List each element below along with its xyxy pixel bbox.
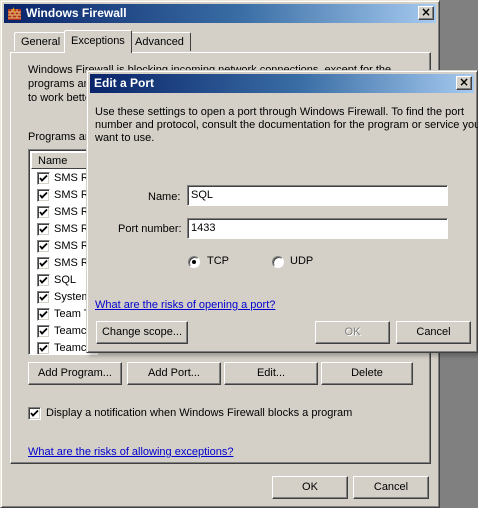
tab-general-label: General [21, 36, 61, 48]
checkmark-icon [39, 276, 48, 284]
udp-label[interactable]: UDP [290, 255, 313, 267]
list-item-checkbox[interactable] [37, 342, 50, 354]
name-field[interactable]: SQL [187, 185, 448, 206]
main-window-title: Windows Firewall [26, 6, 127, 20]
dialog-title: Edit a Port [94, 76, 155, 90]
list-item-checkbox[interactable] [37, 291, 50, 304]
main-ok-button-label: OK [302, 481, 318, 493]
programs-label: Programs an [28, 131, 91, 143]
list-item[interactable]: SMS R [37, 238, 89, 255]
list-item[interactable]: System [37, 289, 91, 306]
edit-port-dialog: Edit a Port × Use these settings to open… [86, 70, 478, 353]
tab-exceptions[interactable]: Exceptions [64, 30, 132, 53]
dialog-description-line3: want to use. [95, 132, 155, 144]
tcp-label[interactable]: TCP [207, 255, 229, 267]
checkmark-icon [39, 293, 48, 301]
udp-radio[interactable] [272, 256, 284, 268]
edit-button[interactable]: Edit... [224, 362, 318, 385]
tab-advanced-label: Advanced [135, 36, 184, 48]
checkmark-icon [39, 225, 48, 233]
dialog-description-line2: number and protocol, consult the documen… [95, 119, 478, 131]
dialog-ok-button-label: OK [344, 326, 361, 338]
dialog-cancel-button-label: Cancel [416, 326, 451, 338]
dialog-cancel-button[interactable]: Cancel [396, 321, 471, 344]
list-item-label: SMS R [54, 240, 89, 252]
list-item-label: Team T [54, 308, 91, 320]
edit-button-label: Edit... [256, 367, 286, 379]
main-cancel-button[interactable]: Cancel [353, 476, 429, 499]
dialog-ok-button[interactable]: OK [315, 321, 390, 344]
tab-advanced[interactable]: Advanced [128, 32, 191, 51]
list-item-checkbox[interactable] [37, 206, 50, 219]
intro-text-line3: to work bette [28, 92, 91, 104]
notification-checkbox[interactable] [28, 407, 41, 420]
list-item-checkbox[interactable] [37, 257, 50, 270]
list-item[interactable]: Team T [37, 306, 90, 323]
port-risks-link[interactable]: What are the risks of opening a port? [95, 299, 275, 311]
checkmark-icon [39, 208, 48, 216]
list-item[interactable]: SMS R [37, 255, 89, 272]
list-item[interactable]: Teamc [37, 323, 86, 340]
checkmark-icon [39, 259, 48, 267]
list-item-label: SMS R [54, 206, 89, 218]
change-scope-button-label: Change scope... [101, 326, 183, 338]
port-number-label: Port number: [118, 223, 182, 235]
main-cancel-button-label: Cancel [373, 481, 409, 493]
dialog-description-line1: Use these settings to open a port throug… [95, 106, 465, 118]
list-item[interactable]: SMS R [37, 221, 89, 238]
change-scope-button[interactable]: Change scope... [96, 321, 188, 344]
dialog-titlebar[interactable]: Edit a Port × [90, 74, 474, 93]
main-ok-button[interactable]: OK [272, 476, 348, 499]
checkmark-icon [39, 191, 48, 199]
delete-button[interactable]: Delete [321, 362, 413, 385]
main-titlebar[interactable]: Windows Firewall × [4, 4, 436, 23]
close-icon: × [458, 75, 470, 89]
tab-exceptions-label: Exceptions [71, 35, 125, 47]
notification-checkbox-label[interactable]: Display a notification when Windows Fire… [46, 407, 352, 419]
checkmark-icon [39, 344, 48, 352]
checkmark-icon [39, 242, 48, 250]
list-item[interactable]: SMS R [37, 170, 89, 187]
list-item[interactable]: SQL [37, 272, 76, 289]
list-item-checkbox[interactable] [37, 240, 50, 253]
port-number-field[interactable]: 1433 [187, 218, 448, 239]
list-item-label: SMS R [54, 257, 89, 269]
tcp-radio[interactable] [188, 256, 200, 268]
list-item-checkbox[interactable] [37, 325, 50, 338]
checkmark-icon [39, 310, 48, 318]
add-program-button[interactable]: Add Program... [28, 362, 122, 385]
close-icon: × [420, 5, 432, 19]
list-item-checkbox[interactable] [37, 274, 50, 287]
list-item-label: SQL [54, 274, 77, 286]
list-item-checkbox[interactable] [37, 223, 50, 236]
list-item[interactable]: SMS R [37, 187, 89, 204]
list-item-checkbox[interactable] [37, 189, 50, 202]
firewall-icon [8, 7, 21, 20]
main-close-button[interactable]: × [418, 6, 434, 20]
delete-button-label: Delete [351, 367, 383, 379]
checkmark-icon [39, 174, 48, 182]
exceptions-risks-link[interactable]: What are the risks of allowing exception… [28, 446, 233, 458]
radio-selected-dot [192, 260, 196, 264]
add-port-button-label: Add Port... [148, 367, 200, 379]
list-header-name-label: Name [38, 155, 68, 167]
tab-general[interactable]: General [14, 32, 68, 51]
list-item-label: SMS R [54, 172, 89, 184]
list-item-label: Teamc [54, 342, 87, 354]
list-item-label: Teamc [54, 325, 87, 337]
intro-text-line2: programs an [28, 78, 90, 90]
list-item[interactable]: Teamc [37, 340, 87, 354]
name-label: Name: [148, 191, 181, 203]
checkmark-icon [39, 327, 48, 335]
list-item-checkbox[interactable] [37, 308, 50, 321]
checkmark-icon [30, 409, 39, 417]
list-item-label: SMS R [54, 189, 89, 201]
list-item-label: SMS R [54, 223, 89, 235]
dialog-close-button[interactable]: × [456, 76, 472, 90]
add-port-button[interactable]: Add Port... [127, 362, 221, 385]
list-item[interactable]: SMS R [37, 204, 89, 221]
list-item-checkbox[interactable] [37, 172, 50, 185]
add-program-button-label: Add Program... [38, 367, 112, 379]
